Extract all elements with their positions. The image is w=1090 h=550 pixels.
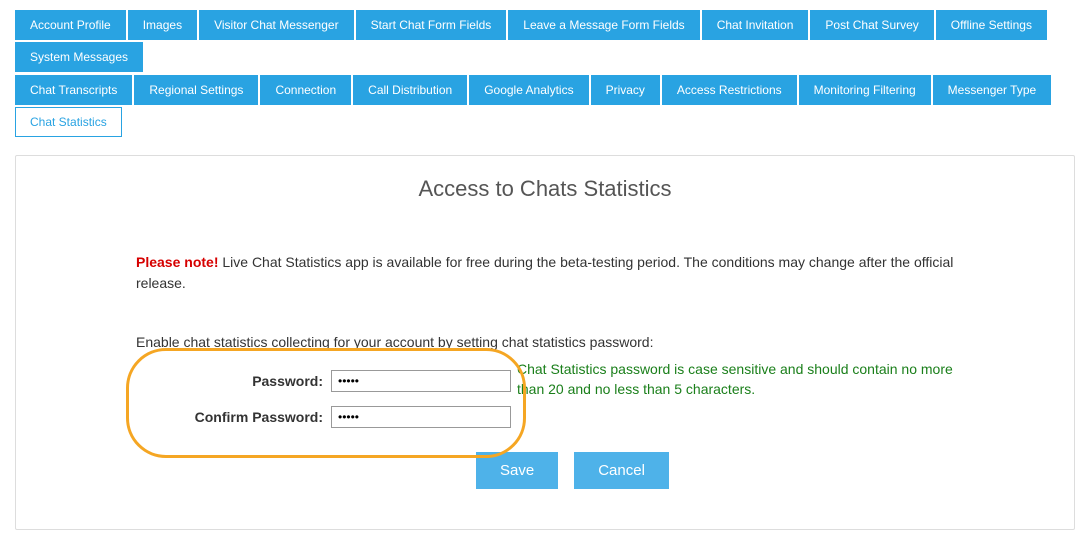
confirm-password-label: Confirm Password: [146,409,331,425]
tab-monitoring-filtering[interactable]: Monitoring Filtering [799,75,931,105]
password-form-area: Password: Confirm Password: Chat Statist… [126,366,964,432]
tabs-row-2: Chat TranscriptsRegional SettingsConnect… [15,75,1075,137]
tab-regional-settings[interactable]: Regional Settings [134,75,258,105]
tab-access-restrictions[interactable]: Access Restrictions [662,75,797,105]
actions-row: Save Cancel [476,452,1014,489]
tab-leave-a-message-form-fields[interactable]: Leave a Message Form Fields [508,10,699,40]
tab-system-messages[interactable]: System Messages [15,42,143,72]
note-body: Live Chat Statistics app is available fo… [136,254,953,291]
tab-account-profile[interactable]: Account Profile [15,10,126,40]
tab-offline-settings[interactable]: Offline Settings [936,10,1047,40]
save-button[interactable]: Save [476,452,558,489]
tab-visitor-chat-messenger[interactable]: Visitor Chat Messenger [199,10,354,40]
tab-google-analytics[interactable]: Google Analytics [469,75,588,105]
tab-connection[interactable]: Connection [260,75,351,105]
password-label: Password: [146,373,331,389]
note-bold: Please note! [136,254,218,270]
password-hint: Chat Statistics password is case sensiti… [517,360,964,399]
password-fields: Password: Confirm Password: [126,366,511,432]
tab-post-chat-survey[interactable]: Post Chat Survey [810,10,933,40]
tabs-row-1: Account ProfileImagesVisitor Chat Messen… [15,10,1075,72]
tab-chat-transcripts[interactable]: Chat Transcripts [15,75,132,105]
cancel-button[interactable]: Cancel [574,452,669,489]
tab-start-chat-form-fields[interactable]: Start Chat Form Fields [356,10,507,40]
tab-messenger-type[interactable]: Messenger Type [933,75,1052,105]
panel-title: Access to Chats Statistics [76,176,1014,202]
instruction-text: Enable chat statistics collecting for yo… [136,334,954,350]
tab-call-distribution[interactable]: Call Distribution [353,75,467,105]
tab-privacy[interactable]: Privacy [591,75,660,105]
confirm-password-input[interactable] [331,406,511,428]
chat-statistics-panel: Access to Chats Statistics Please note! … [15,155,1075,530]
password-input[interactable] [331,370,511,392]
tab-images[interactable]: Images [128,10,197,40]
tab-chat-invitation[interactable]: Chat Invitation [702,10,809,40]
tab-chat-statistics[interactable]: Chat Statistics [15,107,122,137]
note-text: Please note! Live Chat Statistics app is… [136,252,954,294]
